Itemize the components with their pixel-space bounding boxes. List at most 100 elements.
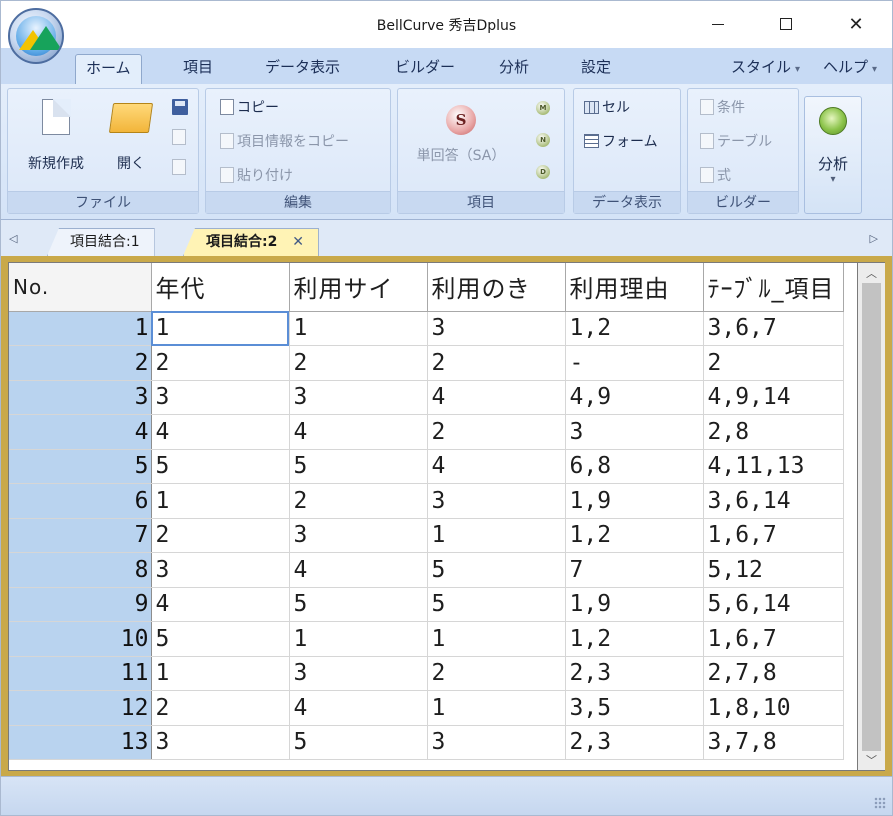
table-cell[interactable]: 2 [427, 414, 566, 450]
column-header-no[interactable]: No. [9, 263, 152, 312]
table-cell[interactable]: 4 [427, 449, 566, 484]
table-cell[interactable]: 1 [427, 518, 566, 553]
table-cell[interactable]: 1 [427, 621, 566, 657]
column-header[interactable]: ﾃｰﾌﾞﾙ_項目 [703, 263, 844, 312]
table-cell[interactable]: 5 [151, 621, 290, 657]
table-cell[interactable]: 3,7,8 [703, 725, 844, 760]
table-cell[interactable]: 2,3 [565, 656, 704, 691]
table-cell[interactable]: 4 [289, 414, 428, 450]
scrollbar-thumb[interactable] [862, 283, 881, 751]
table-cell[interactable]: 1 [151, 656, 290, 691]
column-header[interactable]: 利用理由 [565, 263, 704, 312]
table-cell[interactable]: 2 [289, 345, 428, 381]
table-cell[interactable]: 3 [151, 380, 290, 415]
table-cell[interactable]: 5 [289, 587, 428, 622]
multi-answer-icon[interactable]: M [536, 101, 550, 115]
table-cell[interactable]: 5 [289, 449, 428, 484]
row-header[interactable]: 9 [9, 587, 152, 622]
column-header[interactable]: 利用のき [427, 263, 566, 312]
doc-tab-join-1[interactable]: 項目結合:1 [47, 228, 155, 256]
table-cell[interactable]: 3,6,7 [703, 311, 844, 346]
table-cell[interactable]: 4,9,14 [703, 380, 844, 415]
table-cell[interactable]: 2,3 [565, 725, 704, 760]
single-answer-button[interactable]: S 単回答（SA） [402, 105, 520, 165]
column-header[interactable]: 年代 [151, 263, 290, 312]
condition-button[interactable]: 条件 [700, 97, 745, 117]
table-cell[interactable]: 5 [427, 552, 566, 588]
tab-item[interactable]: 項目 [173, 54, 223, 84]
row-header[interactable]: 8 [9, 552, 152, 588]
table-cell[interactable]: 1,6,7 [703, 621, 844, 657]
table-cell[interactable]: 4 [151, 587, 290, 622]
table-cell[interactable]: 3 [151, 552, 290, 588]
table-cell[interactable]: 1 [151, 311, 290, 346]
copy-item-info-button[interactable]: 項目情報をコピー [220, 131, 349, 151]
row-header[interactable]: 4 [9, 414, 152, 450]
table-cell[interactable]: 6,8 [565, 449, 704, 484]
new-button[interactable]: 新規作成 [14, 98, 98, 173]
scroll-up-icon[interactable]: ︿ [858, 265, 885, 281]
date-item-icon[interactable]: D [536, 165, 550, 179]
table-cell[interactable]: 1 [289, 621, 428, 657]
table-cell[interactable]: 1,2 [565, 311, 704, 346]
row-header[interactable]: 5 [9, 449, 152, 484]
tab-scroll-right-icon[interactable]: ▷ [870, 232, 878, 245]
form-view-button[interactable]: フォーム [584, 131, 658, 151]
export-icon[interactable] [172, 159, 186, 175]
table-cell[interactable]: 7 [565, 552, 704, 588]
table-cell[interactable]: 2,7,8 [703, 656, 844, 691]
formula-button[interactable]: 式 [700, 165, 731, 185]
table-cell[interactable]: 3 [427, 725, 566, 760]
table-cell[interactable]: 1,2 [565, 518, 704, 553]
tab-scroll-left-icon[interactable]: ◁ [9, 232, 17, 245]
tab-analysis[interactable]: 分析 [489, 54, 539, 84]
table-cell[interactable]: 2 [427, 656, 566, 691]
analysis-button[interactable]: 分析 ▾ [804, 96, 862, 214]
copy-button[interactable]: コピー [220, 97, 279, 117]
table-cell[interactable]: 5 [289, 725, 428, 760]
row-header[interactable]: 3 [9, 380, 152, 415]
table-cell[interactable]: 2 [289, 483, 428, 519]
table-cell[interactable]: 1 [151, 483, 290, 519]
table-cell[interactable]: 1,6,7 [703, 518, 844, 553]
table-cell[interactable]: 2 [427, 345, 566, 381]
vertical-scrollbar[interactable]: ︿ ﹀ [858, 262, 885, 771]
table-cell[interactable]: 4 [289, 690, 428, 726]
help-menu[interactable]: ヘルプ ▾ [813, 54, 887, 84]
table-cell[interactable]: 3 [289, 656, 428, 691]
table-cell[interactable]: 2 [151, 345, 290, 381]
row-header[interactable]: 6 [9, 483, 152, 519]
row-header[interactable]: 2 [9, 345, 152, 381]
row-header[interactable]: 12 [9, 690, 152, 726]
table-cell[interactable]: 4 [289, 552, 428, 588]
table-cell[interactable]: 3,6,14 [703, 483, 844, 519]
paste-button[interactable]: 貼り付け [220, 165, 293, 185]
cell-view-button[interactable]: セル [584, 97, 630, 117]
table-cell[interactable]: 4,9 [565, 380, 704, 415]
table-cell[interactable]: 5,12 [703, 552, 844, 588]
close-tab-icon[interactable]: ✕ [292, 234, 304, 250]
table-cell[interactable]: 3,5 [565, 690, 704, 726]
app-logo-button[interactable] [8, 8, 64, 64]
maximize-button[interactable] [763, 1, 809, 47]
table-cell[interactable]: 3 [427, 483, 566, 519]
row-header[interactable]: 13 [9, 725, 152, 760]
tab-builder[interactable]: ビルダー [385, 54, 465, 84]
column-header[interactable]: 利用サイ [289, 263, 428, 312]
table-cell[interactable]: 1 [427, 690, 566, 726]
tab-home[interactable]: ホーム [75, 54, 142, 85]
doc-tab-join-2[interactable]: 項目結合:2 ✕ [183, 228, 319, 256]
row-header[interactable]: 10 [9, 621, 152, 657]
table-cell[interactable]: 4 [427, 380, 566, 415]
table-cell[interactable]: 4,11,13 [703, 449, 844, 484]
table-cell[interactable]: 3 [565, 414, 704, 450]
numeric-item-icon[interactable]: N [536, 133, 550, 147]
tab-data-display[interactable]: データ表示 [255, 54, 350, 84]
row-header[interactable]: 1 [9, 311, 152, 346]
table-cell[interactable]: 3 [427, 311, 566, 346]
table-cell[interactable]: 1,2 [565, 621, 704, 657]
style-menu[interactable]: スタイル ▾ [721, 54, 810, 84]
table-cell[interactable]: 1 [289, 311, 428, 346]
table-cell[interactable]: 5 [151, 449, 290, 484]
table-cell[interactable]: 3 [289, 518, 428, 553]
